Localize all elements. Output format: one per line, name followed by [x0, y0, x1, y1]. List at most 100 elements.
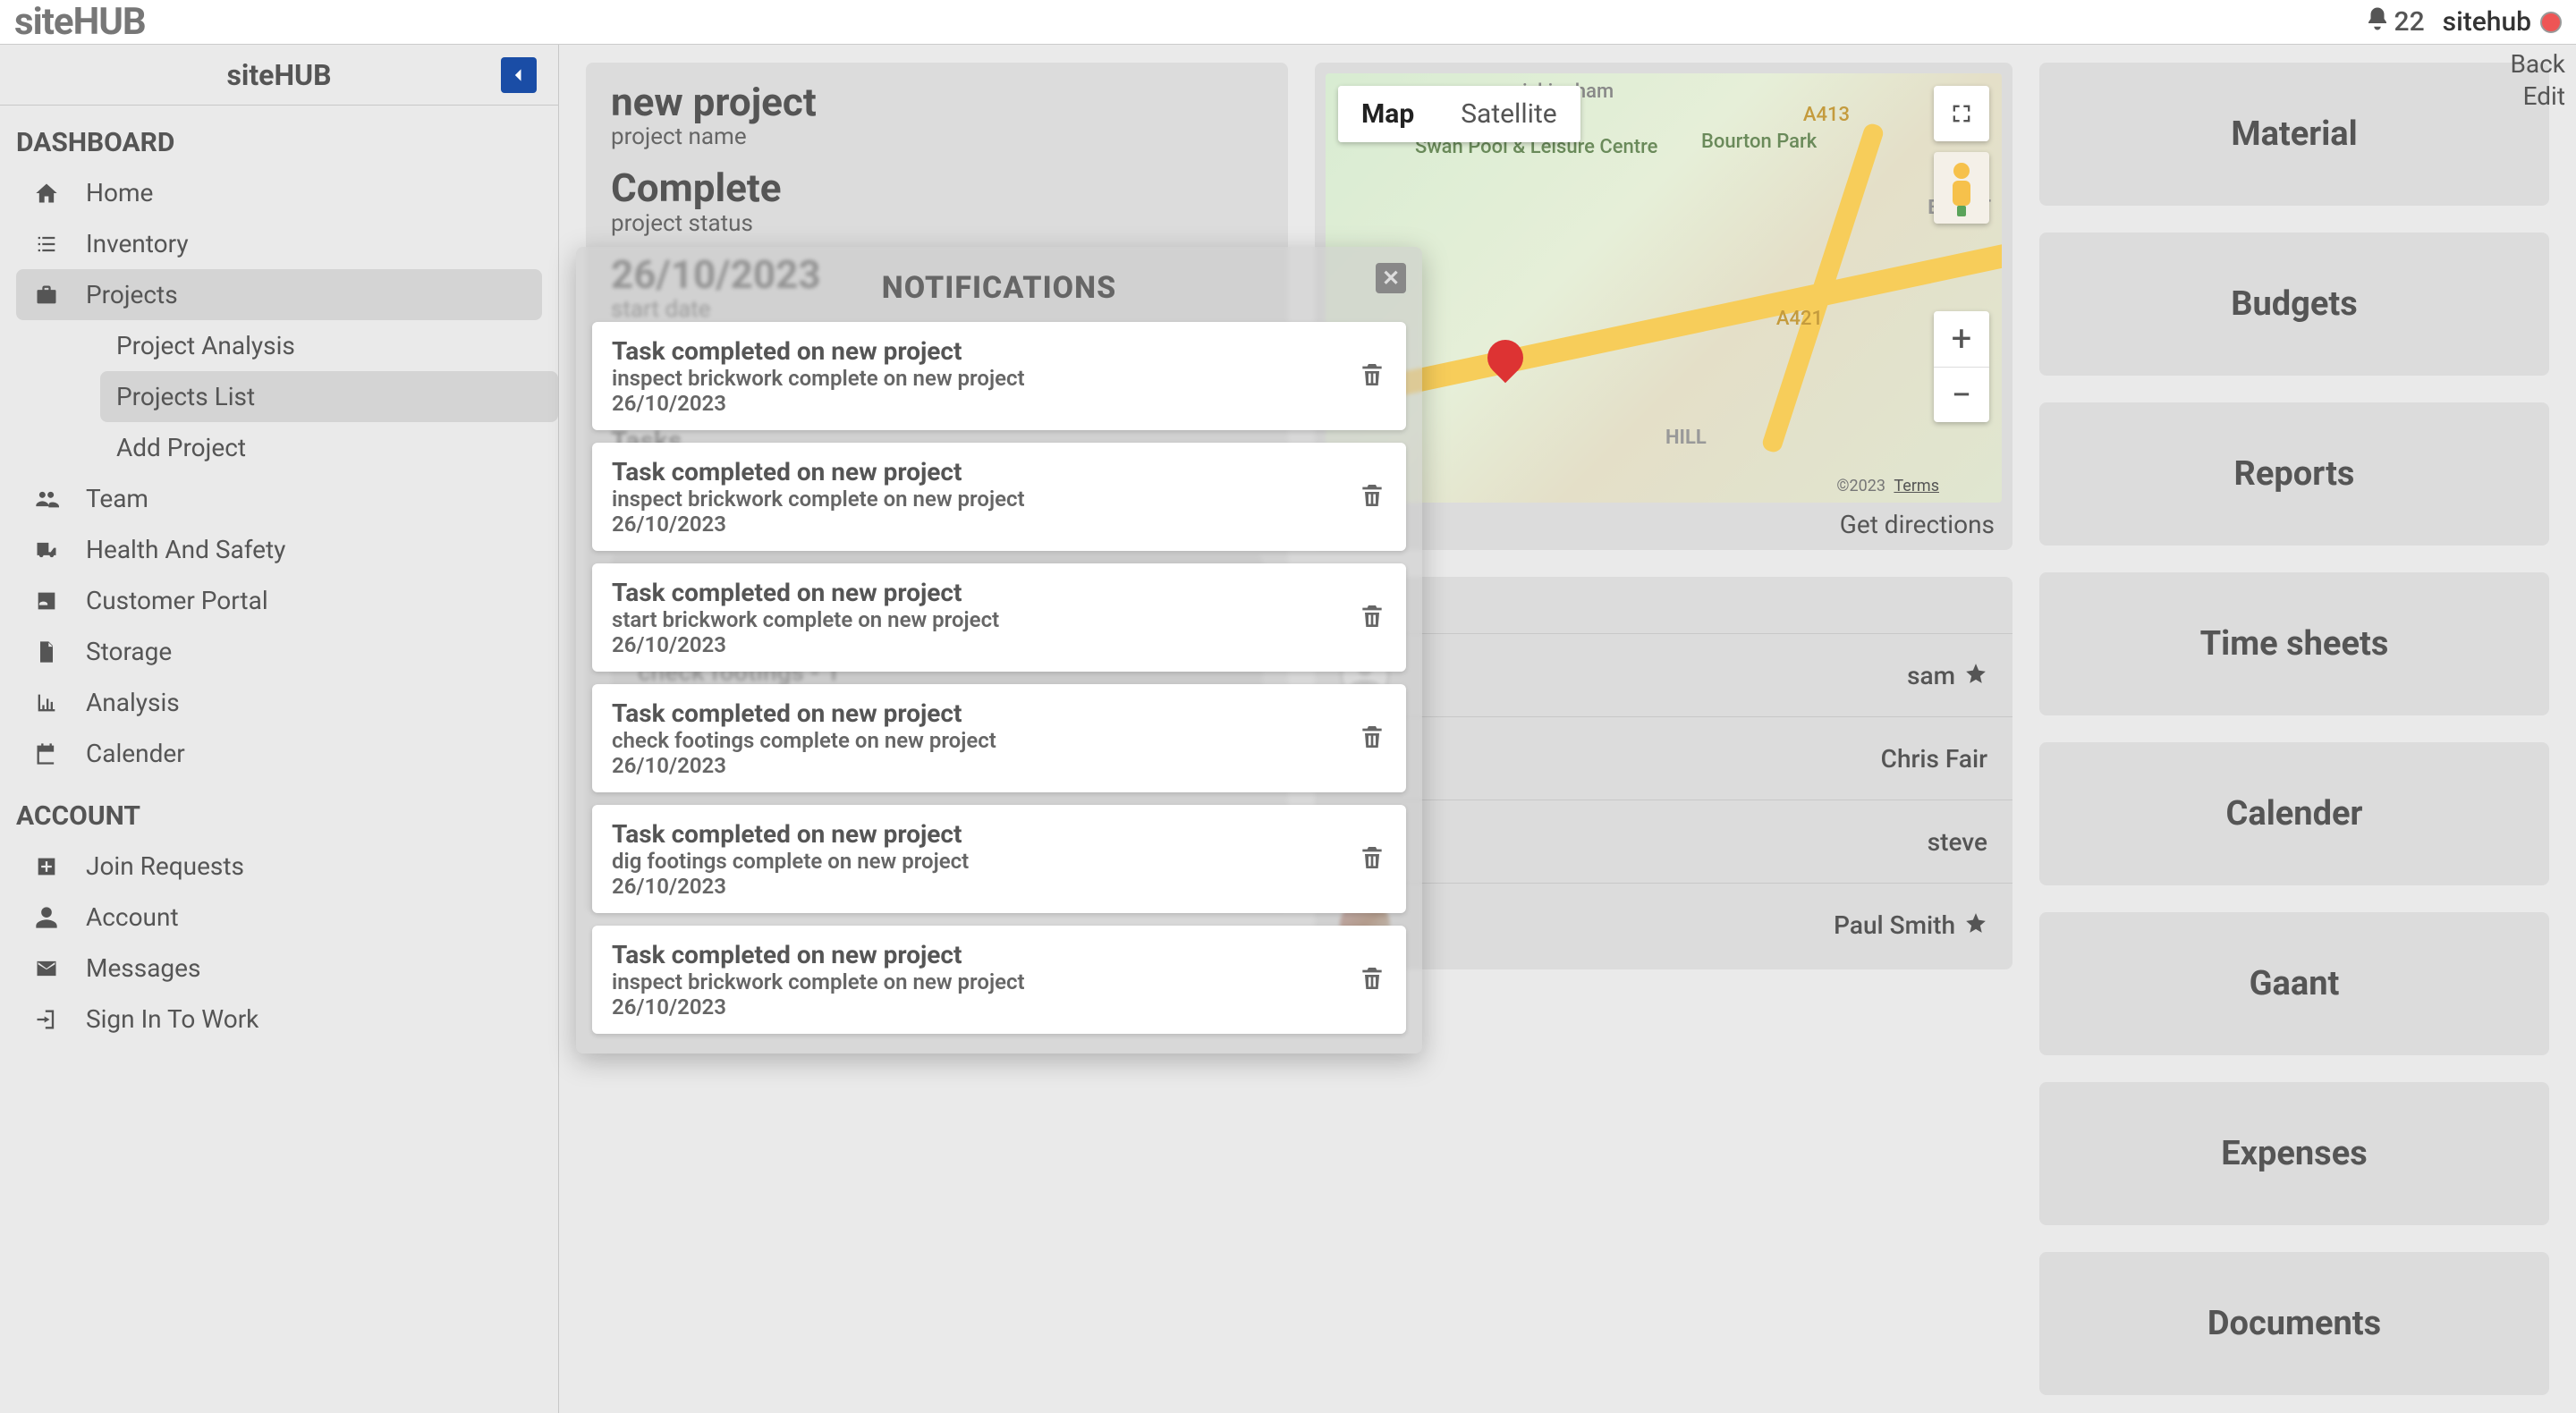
trash-icon: [1358, 723, 1386, 751]
notification-delete-button[interactable]: [1358, 723, 1386, 755]
sidebar-item-analysis[interactable]: Analysis: [16, 677, 542, 728]
sidebar-item-account[interactable]: Account: [16, 892, 542, 943]
notification-delete-button[interactable]: [1358, 964, 1386, 996]
sidebar-item-label: Sign In To Work: [86, 1004, 258, 1034]
map-fullscreen-button[interactable]: [1934, 86, 1989, 141]
sidebar-item-label: Storage: [86, 637, 172, 666]
sidebar-item-calender[interactable]: Calender: [16, 728, 542, 779]
back-link[interactable]: Back: [2510, 48, 2565, 80]
sidebar-item-home[interactable]: Home: [16, 167, 542, 218]
notification-item[interactable]: Task completed on new project check foot…: [592, 684, 1406, 792]
notifications-bell[interactable]: 22: [2364, 5, 2425, 39]
trash-icon: [1358, 843, 1386, 872]
sidebar-item-label: Project Analysis: [116, 331, 295, 360]
sidebar-item-label: Team: [86, 484, 148, 513]
sidebar-item-sign-in-work[interactable]: Sign In To Work: [16, 994, 542, 1045]
map-pegman-button[interactable]: [1934, 152, 1989, 224]
trash-icon: [1358, 481, 1386, 510]
sidebar-item-health-safety[interactable]: Health And Safety: [16, 524, 542, 575]
right-nav-button[interactable]: Reports: [2039, 402, 2549, 546]
map-label: Bourton Park: [1701, 131, 1817, 153]
right-nav-button[interactable]: Documents: [2039, 1252, 2549, 1395]
notifications-modal: NOTIFICATIONS ✕ Task completed on new pr…: [576, 247, 1422, 1053]
sidebar-item-label: Add Project: [116, 433, 246, 462]
sidebar-subitem-add-project[interactable]: Add Project: [100, 422, 558, 473]
notification-date: 26/10/2023: [612, 874, 969, 899]
chart-icon: [32, 690, 61, 715]
sidebar-item-inventory[interactable]: Inventory: [16, 218, 542, 269]
right-nav-button[interactable]: Time sheets: [2039, 572, 2549, 715]
sidebar-item-label: Home: [86, 178, 153, 207]
notification-item[interactable]: Task completed on new project inspect br…: [592, 926, 1406, 1034]
map-canvas[interactable]: ickingham Swan Pool & Leisure Centre Bou…: [1326, 73, 2002, 503]
sidebar-brand: siteHUB: [226, 58, 331, 92]
team-member-name: Chris Fair: [1881, 744, 1987, 774]
star-icon: [1964, 662, 1987, 689]
sidebar-subitem-projects-list[interactable]: Projects List: [100, 371, 558, 422]
sidebar-header: siteHUB: [0, 45, 558, 106]
notification-item[interactable]: Task completed on new project start bric…: [592, 563, 1406, 672]
notification-subtitle: start brickwork complete on new project: [612, 607, 999, 632]
map-terms-link[interactable]: Terms: [1894, 477, 1939, 495]
notification-delete-button[interactable]: [1358, 843, 1386, 876]
sidebar-item-customer-portal[interactable]: Customer Portal: [16, 575, 542, 626]
notification-title: Task completed on new project: [612, 336, 1025, 366]
notification-item[interactable]: Task completed on new project inspect br…: [592, 443, 1406, 551]
map-zoom-out[interactable]: −: [1934, 368, 1989, 423]
map-button-map[interactable]: Map: [1338, 86, 1437, 142]
map-copyright: ©2023: [1836, 477, 1885, 495]
topbar: siteHUB 22 sitehub: [0, 0, 2576, 45]
get-directions-link[interactable]: Get directions: [1326, 503, 2002, 539]
notification-item[interactable]: Task completed on new project inspect br…: [592, 322, 1406, 430]
sidebar-item-team[interactable]: Team: [16, 473, 542, 524]
edit-link[interactable]: Edit: [2510, 80, 2565, 113]
notifications-list: Task completed on new project inspect br…: [592, 322, 1406, 1034]
sidebar-item-messages[interactable]: Messages: [16, 943, 542, 994]
map-button-satellite[interactable]: Satellite: [1437, 86, 1580, 142]
project-status: Complete: [611, 166, 1263, 209]
notification-date: 26/10/2023: [612, 994, 1025, 1020]
notification-subtitle: inspect brickwork complete on new projec…: [612, 969, 1025, 994]
notification-subtitle: inspect brickwork complete on new projec…: [612, 366, 1025, 391]
map-zoom-controls: + −: [1934, 311, 1989, 422]
username: sitehub: [2443, 6, 2531, 38]
notification-date: 26/10/2023: [612, 753, 996, 778]
back-edit-controls: Back Edit: [2510, 48, 2565, 114]
notifications-count: 22: [2394, 6, 2425, 38]
sidebar-section-dashboard: DASHBOARD: [0, 106, 558, 167]
notification-title: Task completed on new project: [612, 698, 996, 728]
notification-item[interactable]: Task completed on new project dig footin…: [592, 805, 1406, 913]
sidebar-item-label: Projects: [86, 280, 178, 309]
notification-delete-button[interactable]: [1358, 360, 1386, 393]
map-label: A421: [1776, 308, 1823, 330]
trash-icon: [1358, 964, 1386, 993]
project-status-label: project status: [611, 210, 1263, 237]
sidebar-subitem-project-analysis[interactable]: Project Analysis: [100, 320, 558, 371]
notifications-title: NOTIFICATIONS: [882, 270, 1116, 306]
right-nav-button[interactable]: Budgets: [2039, 233, 2549, 376]
user-menu[interactable]: sitehub: [2443, 6, 2562, 38]
sidebar-item-label: Account: [86, 902, 179, 932]
sidebar-item-join-requests[interactable]: Join Requests: [16, 841, 542, 892]
sidebar-collapse-button[interactable]: [501, 57, 537, 93]
status-indicator: [2540, 12, 2562, 33]
map-zoom-in[interactable]: +: [1934, 311, 1989, 368]
sidebar-item-label: Inventory: [86, 229, 189, 258]
notification-delete-button[interactable]: [1358, 602, 1386, 634]
fullscreen-icon: [1949, 101, 1974, 126]
signin-icon: [32, 1007, 61, 1032]
sidebar-item-storage[interactable]: Storage: [16, 626, 542, 677]
brand-logo[interactable]: siteHUB: [14, 0, 146, 44]
right-nav-button[interactable]: Material: [2039, 63, 2549, 206]
right-nav-button[interactable]: Gaant: [2039, 912, 2549, 1055]
right-nav-button[interactable]: Calender: [2039, 742, 2549, 885]
calendar-icon: [32, 741, 61, 766]
project-name-label: project name: [611, 123, 1263, 150]
pegman-icon: [1945, 163, 1978, 213]
notifications-close-button[interactable]: ✕: [1376, 263, 1406, 293]
sidebar-item-projects[interactable]: Projects: [16, 269, 542, 320]
right-nav-button[interactable]: Expenses: [2039, 1082, 2549, 1225]
team-icon: [32, 487, 61, 512]
notification-delete-button[interactable]: [1358, 481, 1386, 513]
notification-date: 26/10/2023: [612, 391, 1025, 416]
